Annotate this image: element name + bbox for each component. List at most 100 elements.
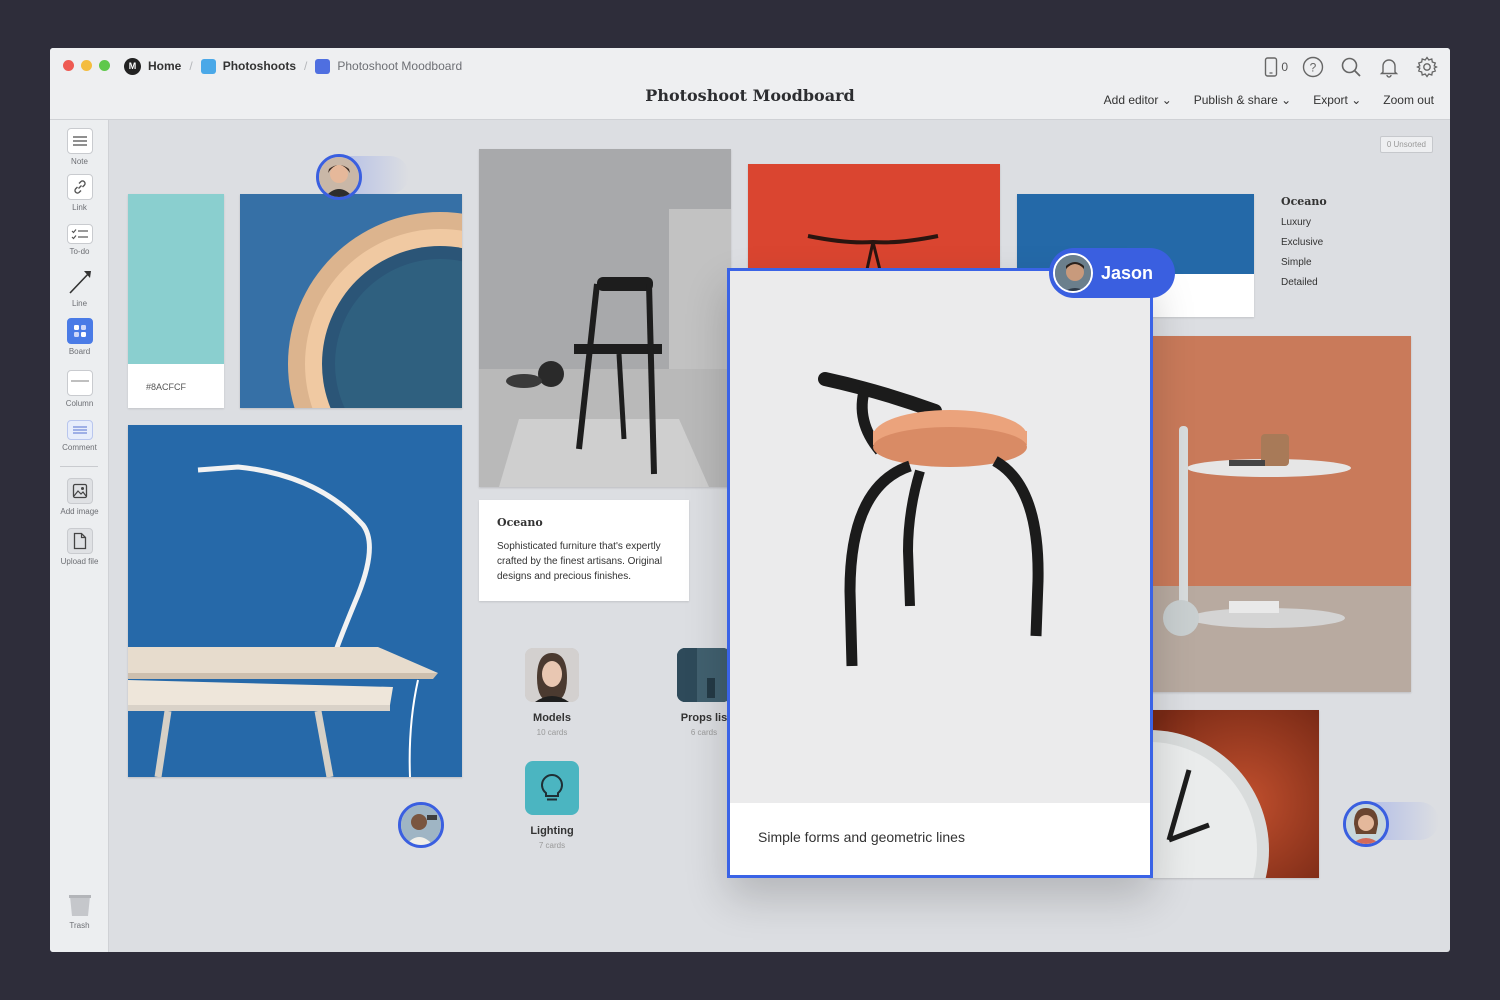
tag-item[interactable]: Luxury (1281, 217, 1327, 228)
board-models[interactable]: Models 10 cards (512, 648, 592, 737)
unsorted-button[interactable]: 0 Unsorted (1379, 136, 1433, 153)
models-thumbnail (525, 648, 579, 702)
bell-icon (1379, 59, 1399, 78)
lamp-desk-image[interactable] (128, 425, 462, 777)
board-models-count: 10 cards (536, 728, 568, 737)
tool-todo[interactable]: To-do (50, 224, 109, 256)
chevron-down-icon: ⌄ (1281, 93, 1292, 107)
wood-ring-image[interactable] (240, 194, 462, 408)
search-icon (1341, 57, 1361, 77)
focused-card-caption: Simple forms and geometric lines (758, 829, 965, 845)
collaborator-pill[interactable]: Jason (1049, 248, 1175, 298)
close-window-button[interactable] (63, 60, 74, 71)
oceano-note-card[interactable]: Oceano Sophisticated furniture that's ex… (479, 500, 689, 601)
app-window: M Home / Photoshoots / Photoshoot Moodbo… (50, 48, 1450, 952)
chair-room-image[interactable] (479, 149, 731, 487)
device-sync-button[interactable]: 0 (1264, 57, 1288, 77)
link-icon (66, 174, 93, 200)
tool-comment[interactable]: Comment (50, 420, 109, 452)
tool-column-label: Column (65, 399, 94, 408)
toolbar-divider (60, 466, 98, 467)
tool-board[interactable]: Board (50, 318, 109, 356)
publish-share-button[interactable]: Publish & share ⌄ (1194, 93, 1291, 107)
jason-avatar (1053, 253, 1093, 293)
oceano-tag-list: Luxury Exclusive Simple Detailed (1281, 217, 1327, 288)
oceano-tags: Oceano Luxury Exclusive Simple Detailed (1281, 195, 1327, 288)
tool-board-label: Board (68, 347, 91, 356)
line-icon (67, 268, 93, 296)
add-editor-label: Add editor (1103, 93, 1159, 107)
image-icon (66, 478, 93, 504)
maximize-window-button[interactable] (99, 60, 110, 71)
tool-todo-label: To-do (69, 247, 90, 256)
search-button[interactable] (1338, 54, 1364, 80)
breadcrumb-current-label: Photoshoot Moodboard (337, 59, 463, 73)
tool-line[interactable]: Line (50, 268, 109, 308)
zoom-out-button[interactable]: Zoom out (1383, 93, 1434, 107)
top-menu: Add editor ⌄ Publish & share ⌄ Export ⌄ … (1104, 93, 1434, 107)
tool-comment-label: Comment (62, 443, 97, 452)
swatch-hex-label: #8ACFCF (146, 382, 187, 392)
board-lighting[interactable]: Lighting 7 cards (512, 761, 592, 850)
top-icons: 0 ? (1264, 54, 1440, 80)
export-button[interactable]: Export ⌄ (1313, 93, 1361, 107)
stool-image (730, 271, 1150, 803)
tool-link-label: Link (72, 203, 87, 212)
oceano-note-body: Sophisticated furniture that's expertly … (497, 541, 663, 582)
svg-text:?: ? (1310, 61, 1317, 75)
board-models-name: Models (533, 712, 571, 724)
collaborator-avatar[interactable] (398, 802, 444, 848)
collaborator-name: Jason (1101, 262, 1154, 283)
board-lighting-count: 7 cards (538, 841, 566, 850)
oceano-note-title: Oceano (497, 516, 543, 529)
file-icon (66, 528, 93, 554)
column-icon (66, 370, 93, 396)
settings-button[interactable] (1414, 54, 1440, 80)
tool-upload-file-label: Upload file (60, 557, 99, 566)
notifications-button[interactable] (1376, 54, 1402, 80)
add-editor-button[interactable]: Add editor ⌄ (1104, 93, 1172, 107)
breadcrumb-separator: / (189, 59, 193, 73)
board-lighting-name: Lighting (530, 825, 574, 837)
trash-label: Trash (69, 921, 90, 930)
board-icon (200, 58, 216, 74)
collaborator-avatar[interactable] (1343, 801, 1389, 847)
export-label: Export (1313, 93, 1348, 107)
chevron-down-icon: ⌄ (1161, 93, 1172, 107)
collaborator-avatar[interactable] (316, 154, 362, 200)
help-icon: ? (1302, 56, 1324, 78)
tag-item[interactable]: Detailed (1281, 277, 1327, 288)
tool-link[interactable]: Link (50, 174, 109, 212)
tool-note-label: Note (71, 157, 88, 166)
color-swatch-card[interactable]: #8ACFCF (128, 194, 224, 408)
red-chair-image[interactable] (748, 164, 1000, 274)
focused-image-card[interactable]: Simple forms and geometric lines (727, 268, 1153, 878)
breadcrumb-photoshoots-label: Photoshoots (222, 59, 297, 73)
gear-icon (1416, 56, 1438, 78)
breadcrumb-home-label: Home (148, 59, 182, 73)
lightbulb-icon (525, 761, 579, 815)
note-icon (66, 128, 93, 154)
top-bar: M Home / Photoshoots / Photoshoot Moodbo… (50, 48, 1450, 120)
tag-item[interactable]: Simple (1281, 257, 1327, 268)
help-button[interactable]: ? (1300, 54, 1326, 80)
tool-add-image-label: Add image (60, 507, 99, 516)
breadcrumb-current[interactable]: Photoshoot Moodboard (315, 58, 463, 74)
comment-icon (66, 420, 93, 440)
board-icon (315, 58, 331, 74)
todo-icon (66, 224, 93, 244)
trash-button[interactable]: Trash (50, 894, 109, 930)
tool-upload-file[interactable]: Upload file (50, 528, 109, 566)
clock-image[interactable] (1149, 710, 1319, 878)
breadcrumb-photoshoots[interactable]: Photoshoots (200, 58, 297, 74)
tool-add-image[interactable]: Add image (50, 478, 109, 516)
minimize-window-button[interactable] (81, 60, 92, 71)
tag-item[interactable]: Exclusive (1281, 237, 1327, 248)
board-canvas[interactable]: 0 Unsorted #8ACFCF Oceano Sophisticated … (109, 120, 1450, 952)
milanote-logo-icon: M (124, 57, 141, 75)
breadcrumb-separator: / (304, 59, 308, 73)
breadcrumb-home[interactable]: M Home (124, 57, 182, 75)
tool-note[interactable]: Note (50, 128, 109, 166)
side-table-image[interactable] (1149, 336, 1411, 692)
tool-column[interactable]: Column (50, 370, 109, 408)
